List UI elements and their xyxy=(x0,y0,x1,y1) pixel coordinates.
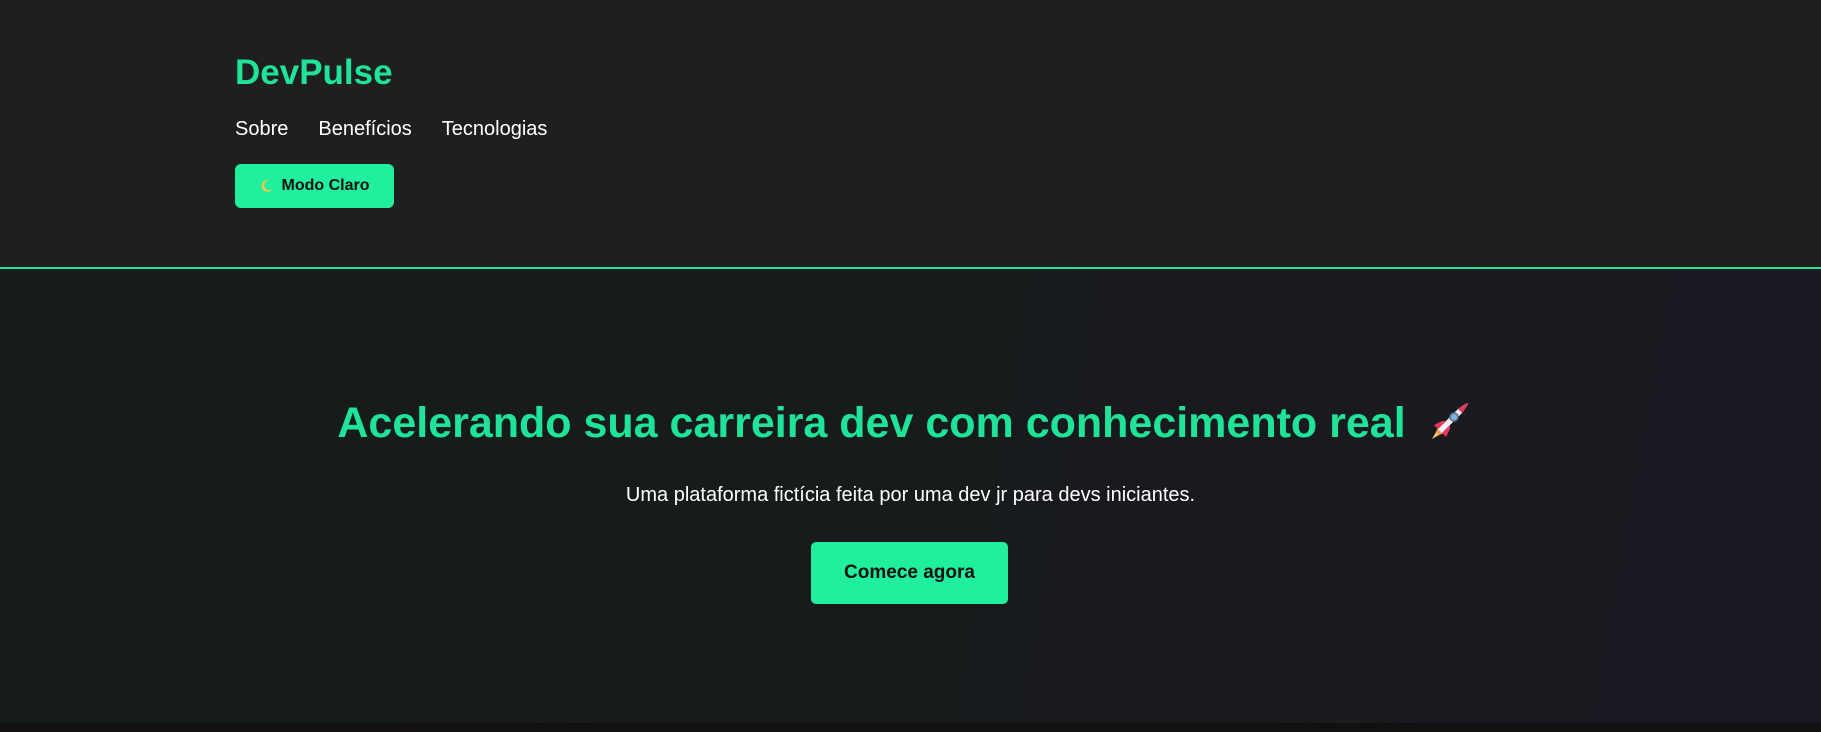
hero-title-wrapper: Acelerando sua carreira dev com conhecim… xyxy=(0,397,1821,449)
hero-subtitle: Uma plataforma fictícia feita por uma de… xyxy=(625,484,1196,506)
rocket-icon xyxy=(1424,399,1472,447)
hero-title: Acelerando sua carreira dev com conhecim… xyxy=(337,399,1406,447)
nav-link-beneficios[interactable]: Benefícios xyxy=(318,115,411,143)
logo[interactable]: DevPulse xyxy=(235,52,393,94)
page-bottom-edge xyxy=(0,723,1821,732)
cta-button[interactable]: Comece agora xyxy=(811,542,1008,604)
main-nav: Sobre Benefícios Tecnologias xyxy=(235,115,547,143)
hero-section: Acelerando sua carreira dev com conhecim… xyxy=(0,269,1821,723)
nav-link-sobre[interactable]: Sobre xyxy=(235,115,288,143)
theme-toggle-button[interactable]: Modo Claro xyxy=(235,164,394,208)
theme-toggle-label: Modo Claro xyxy=(281,177,370,194)
nav-link-tecnologias[interactable]: Tecnologias xyxy=(442,115,548,143)
moon-icon xyxy=(260,179,274,193)
site-header: DevPulse Sobre Benefícios Tecnologias Mo… xyxy=(0,0,1821,269)
hero-title-row: Acelerando sua carreira dev com conhecim… xyxy=(337,397,1471,449)
